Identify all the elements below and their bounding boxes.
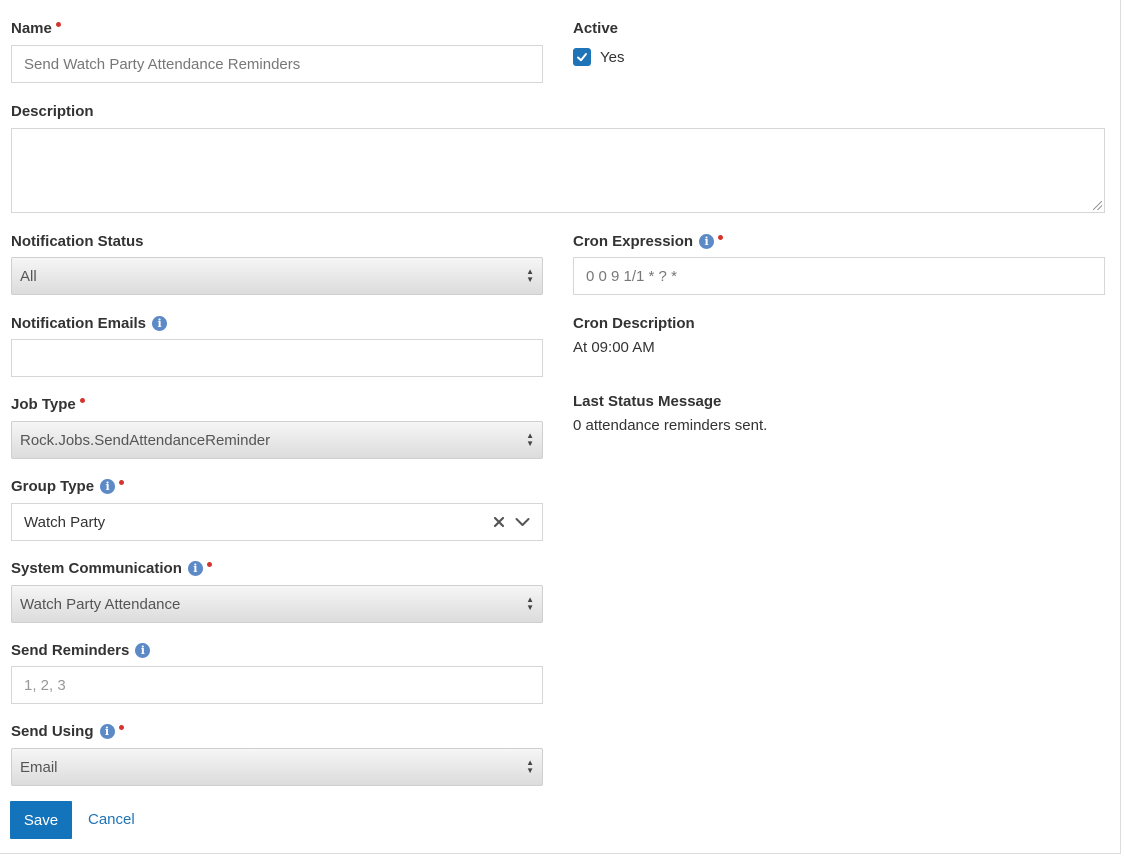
save-button[interactable]: Save [10,801,72,839]
name-input[interactable]: Send Watch Party Attendance Reminders [11,45,543,83]
select-arrows-icon: ▲ ▼ [526,431,534,448]
active-checkbox-row[interactable]: Yes [573,48,624,66]
job-type-select[interactable]: Rock.Jobs.SendAttendanceReminder ▲ ▼ [11,421,543,459]
info-circle-icon[interactable]: i [187,560,203,576]
select-arrows-icon: ▲ ▼ [526,758,534,775]
notification-emails-label: Notification Emails i [11,313,168,333]
notification-emails-input[interactable] [11,339,543,377]
required-dot-icon [79,397,85,403]
check-icon [577,53,587,62]
system-communication-select[interactable]: Watch Party Attendance ▲ ▼ [11,585,543,623]
cron-description-label: Cron Description [573,314,695,332]
required-dot-icon [119,479,125,485]
cron-expression-label: Cron Expression i [573,231,724,251]
select-arrows-icon: ▲ ▼ [526,595,534,612]
active-option-label: Yes [600,48,625,66]
resize-grip-icon[interactable] [1093,201,1102,210]
form-panel: Name Send Watch Party Attendance Reminde… [0,0,1121,854]
job-type-label: Job Type [11,394,85,414]
send-reminders-input[interactable]: 1, 2, 3 [11,666,543,704]
last-status-label: Last Status Message [573,392,722,410]
name-label: Name [11,18,61,38]
required-dot-icon [718,234,724,240]
info-circle-icon[interactable]: i [152,315,168,331]
send-using-label: Send Using i [11,721,124,741]
active-label: Active [573,19,619,37]
chevron-down-icon[interactable] [515,517,530,527]
system-communication-label: System Communication i [11,558,212,578]
description-label: Description [11,102,94,120]
description-textarea[interactable] [11,128,1105,213]
info-circle-icon[interactable]: i [135,642,151,658]
info-circle-icon[interactable]: i [99,723,115,739]
send-reminders-label: Send Reminders i [11,640,151,660]
notification-status-select[interactable]: All ▲ ▼ [11,257,543,295]
cron-expression-input[interactable]: 0 0 9 1/1 * ? * [573,257,1105,295]
required-dot-icon [118,724,124,730]
last-status-value: 0 attendance reminders sent. [573,417,768,434]
select-arrows-icon: ▲ ▼ [526,267,534,284]
required-dot-icon [206,561,212,567]
group-type-label: Group Type i [11,476,125,496]
notification-status-label: Notification Status [11,232,144,250]
clear-x-icon[interactable] [493,516,505,528]
cancel-link[interactable]: Cancel [88,811,135,828]
required-dot-icon [55,21,61,27]
info-circle-icon[interactable]: i [100,478,116,494]
group-type-picker[interactable]: Watch Party [11,503,543,541]
active-checkbox[interactable] [573,48,591,66]
info-circle-icon[interactable]: i [699,233,715,249]
cron-description-value: At 09:00 AM [573,339,655,356]
send-using-select[interactable]: Email ▲ ▼ [11,748,543,786]
